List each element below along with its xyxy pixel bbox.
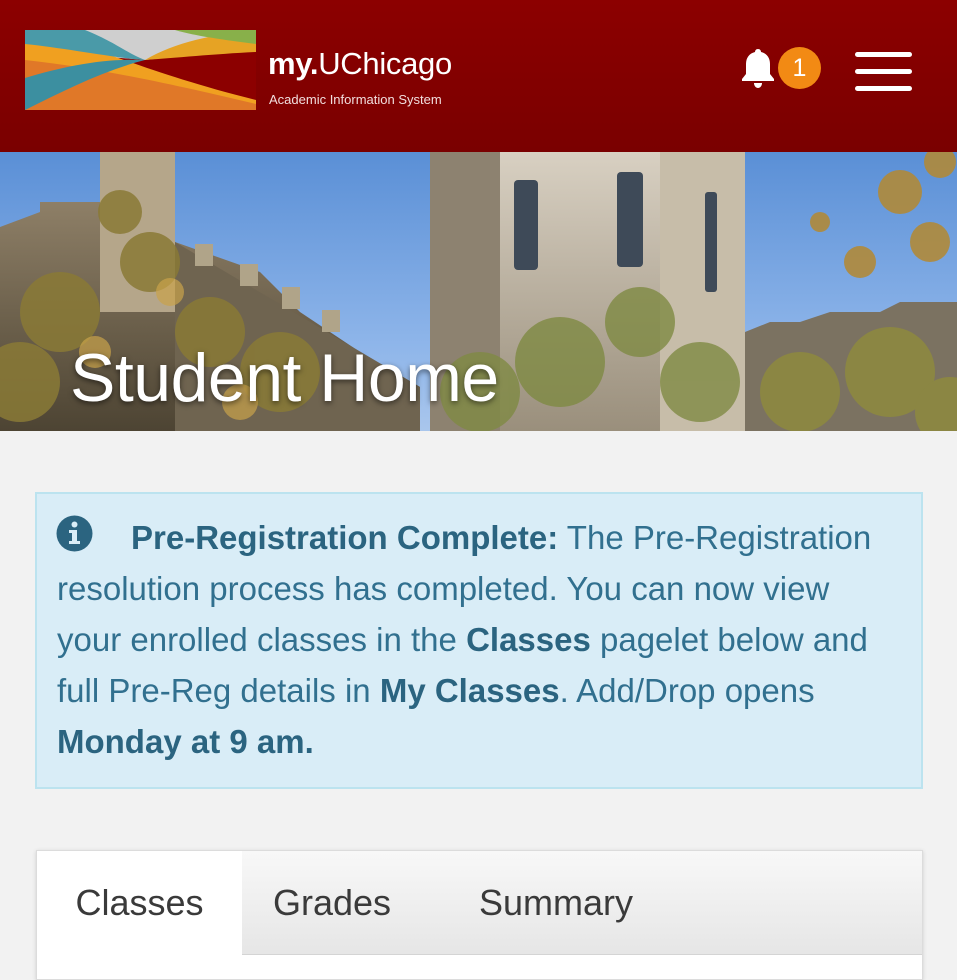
classes-link[interactable]: Classes [466,621,591,658]
tab-classes[interactable]: Classes [37,851,242,956]
hamburger-menu-icon[interactable] [855,52,912,92]
brand-name[interactable]: my.UChicago [268,44,452,84]
app-header: my.UChicago Academic Information System … [0,0,957,152]
brand-name-bold: my. [268,46,319,81]
notification-count-badge[interactable]: 1 [778,47,821,89]
page-title: Student Home [70,340,499,416]
tab-grades[interactable]: Grades [267,851,397,955]
menu-line [855,86,912,91]
classes-pagelet: Classes Grades Summary [36,850,923,980]
hero-banner: Student Home [0,152,957,431]
alert-text-part: . Add/Drop opens [559,672,815,709]
tab-bar: Classes Grades Summary [37,851,922,956]
alert-message: Pre-Registration Complete: The Pre-Regis… [57,512,897,767]
alert-heading: Pre-Registration Complete: [131,519,559,556]
my-classes-link[interactable]: My Classes [380,672,560,709]
add-drop-date: Monday at 9 am. [57,723,314,760]
brand-name-rest: UChicago [318,46,452,81]
menu-line [855,52,912,57]
brand-subtitle: Academic Information System [269,92,442,107]
menu-line [855,69,912,74]
bell-icon[interactable] [740,47,776,89]
uchicago-logo-mark[interactable] [25,30,256,110]
tab-summary[interactable]: Summary [462,851,650,955]
